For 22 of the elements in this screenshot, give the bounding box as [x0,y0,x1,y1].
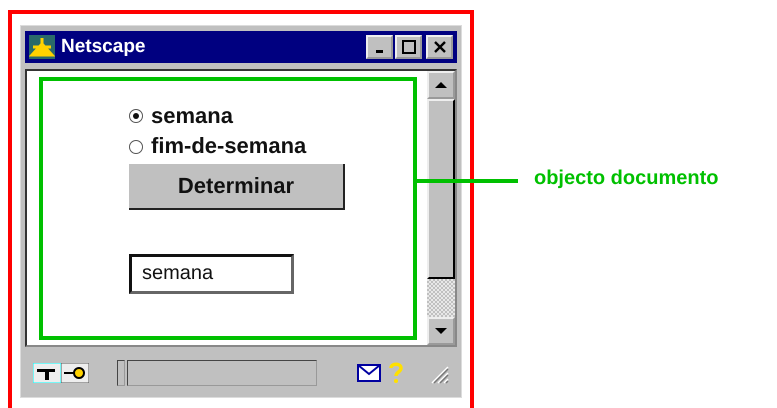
app-icon [29,35,55,59]
mail-icon[interactable] [357,364,381,382]
close-icon [434,41,446,53]
minimize-icon [376,50,383,52]
determine-button[interactable]: Determinar [129,164,345,210]
status-segment [117,360,125,386]
security-icon[interactable] [33,363,61,383]
window-title: Netscape [61,36,146,58]
scroll-up-button[interactable] [427,71,455,99]
maximize-button[interactable] [395,35,422,59]
scroll-down-button[interactable] [427,317,455,345]
radio-option[interactable]: semana [129,101,233,132]
maximize-icon [402,40,416,54]
radio-option[interactable]: fim-de-semana [129,131,306,162]
annotation-label: objecto documento [534,167,718,190]
scrollbar-thumb[interactable] [427,99,455,279]
close-button[interactable] [426,35,453,59]
down-arrow-icon [435,327,447,335]
text-field[interactable]: semana [129,254,294,294]
connection-icon[interactable] [61,363,89,383]
up-arrow-icon [435,81,447,89]
minimize-button[interactable] [366,35,393,59]
